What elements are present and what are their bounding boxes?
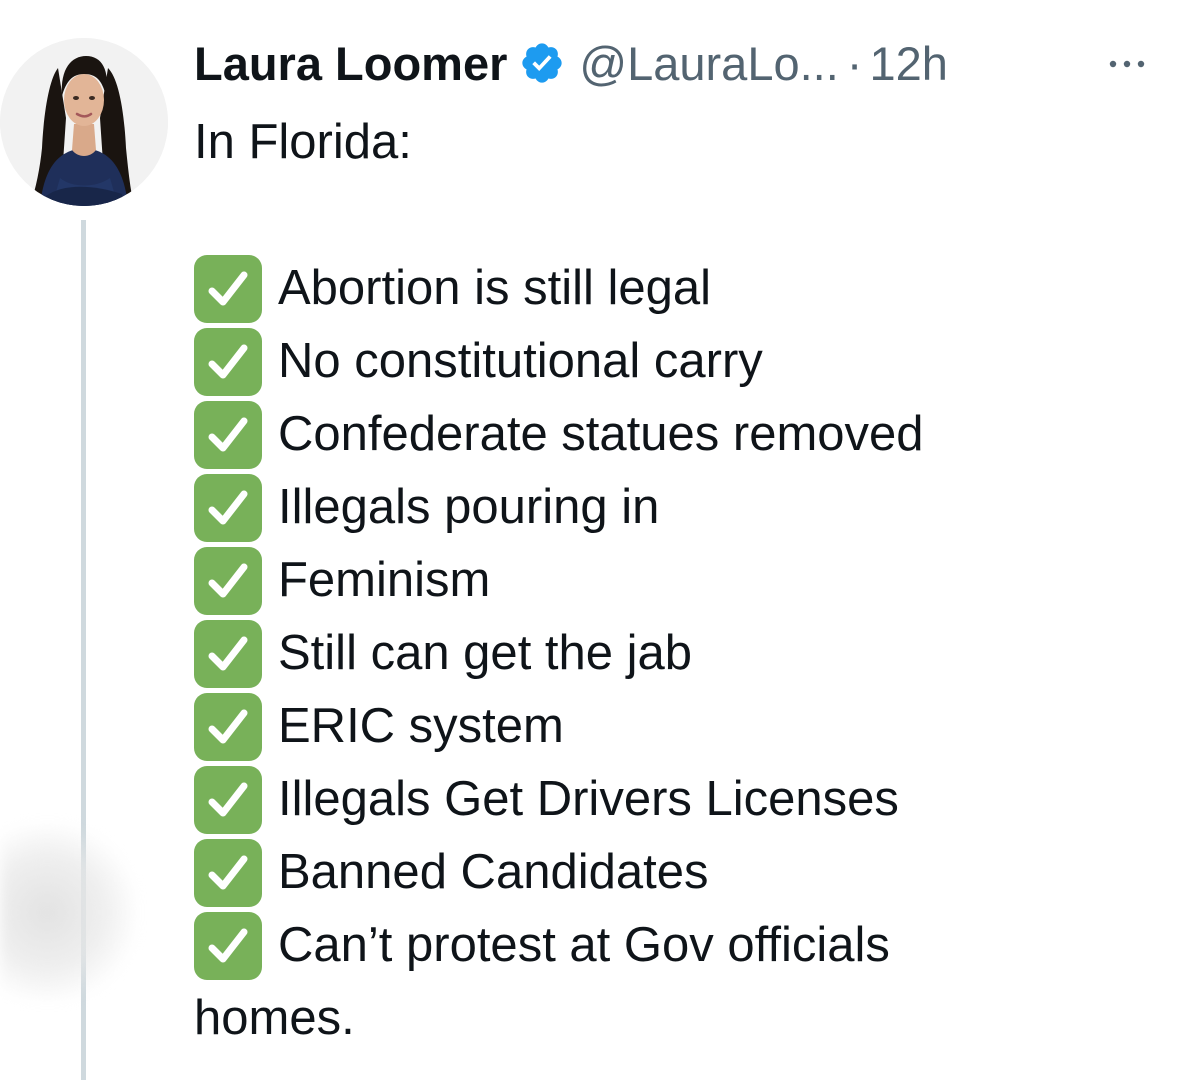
checklist-item: Still can get the jab xyxy=(194,617,924,690)
check-mark-icon xyxy=(194,911,262,980)
checklist-item-label: Feminism xyxy=(278,553,491,607)
display-name[interactable]: Laura Loomer xyxy=(194,36,507,91)
checklist-item: ERIC system xyxy=(194,690,924,763)
timestamp[interactable]: 12h xyxy=(869,36,947,91)
profile-photo xyxy=(0,38,168,206)
tweet-text: In Florida: Abortion is still legal No co… xyxy=(194,106,924,1055)
user-handle[interactable]: @LauraLo... xyxy=(579,36,838,91)
checklist-item: Can’t protest at Gov officials xyxy=(194,909,924,982)
avatar[interactable] xyxy=(0,38,168,206)
checklist: Abortion is still legal No constitutional… xyxy=(194,252,924,982)
check-mark-icon xyxy=(194,473,262,542)
check-mark-icon xyxy=(194,327,262,396)
more-options-icon[interactable] xyxy=(1103,50,1151,78)
checklist-item-label: Still can get the jab xyxy=(278,626,693,680)
checklist-item-label: Illegals pouring in xyxy=(278,480,660,534)
checklist-item: Illegals pouring in xyxy=(194,471,924,544)
checklist-item: No constitutional carry xyxy=(194,325,924,398)
checklist-item: Banned Candidates xyxy=(194,836,924,909)
tweet-tail-line: homes. xyxy=(194,991,355,1045)
checklist-item-label: Can’t protest at Gov officials xyxy=(278,918,890,972)
check-mark-icon xyxy=(194,546,262,615)
checklist-item: Abortion is still legal xyxy=(194,252,924,325)
checklist-item: Confederate statues removed xyxy=(194,398,924,471)
checklist-item-label: Abortion is still legal xyxy=(278,261,712,315)
checklist-item-label: ERIC system xyxy=(278,699,564,753)
checklist-item-label: Confederate statues removed xyxy=(278,407,924,461)
check-mark-icon xyxy=(194,400,262,469)
check-mark-icon xyxy=(194,692,262,761)
check-mark-icon xyxy=(194,838,262,907)
checklist-item-label: No constitutional carry xyxy=(278,334,763,388)
blurred-redaction xyxy=(0,825,135,1000)
check-mark-icon xyxy=(194,619,262,688)
check-mark-icon xyxy=(194,765,262,834)
checklist-item-label: Illegals Get Drivers Licenses xyxy=(278,772,899,826)
check-mark-icon xyxy=(194,254,262,323)
tweet-intro-line: In Florida: xyxy=(194,115,412,169)
checklist-item: Feminism xyxy=(194,544,924,617)
tweet-header: Laura Loomer @LauraLo... · 12h xyxy=(194,33,948,93)
checklist-item: Illegals Get Drivers Licenses xyxy=(194,763,924,836)
separator-dot: · xyxy=(846,36,863,90)
checklist-item-label: Banned Candidates xyxy=(278,845,709,899)
verified-badge-icon xyxy=(519,40,565,86)
